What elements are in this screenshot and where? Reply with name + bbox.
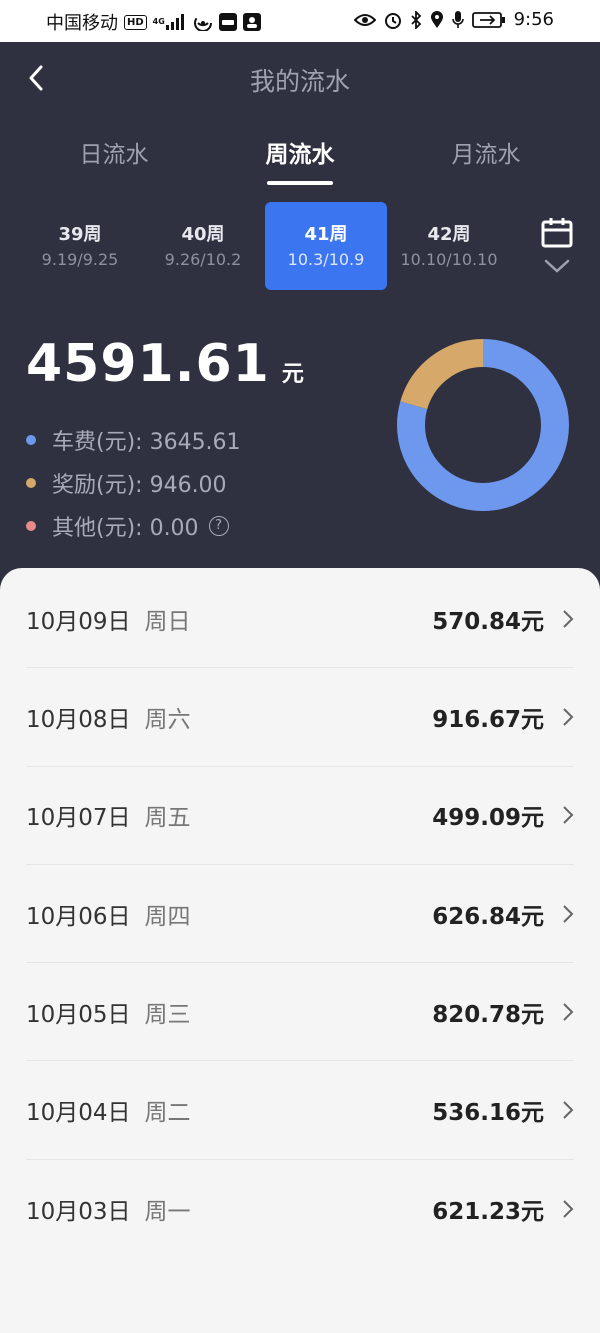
- chevron-down-icon: [544, 259, 570, 273]
- status-right: 9:56: [353, 9, 554, 30]
- list-item[interactable]: 10月05日 周三 820.78元: [26, 963, 574, 1062]
- list-item[interactable]: 10月07日 周五 499.09元: [26, 767, 574, 865]
- bluetooth-icon: [410, 10, 422, 29]
- microphone-icon: [451, 10, 464, 29]
- calendar-icon: [541, 218, 573, 248]
- legend-dot-fare: [26, 434, 36, 445]
- week-range: 10.10/10.10: [400, 250, 498, 269]
- list-item[interactable]: 10月04日 周二 536.16元: [26, 1061, 574, 1160]
- chevron-right-icon: [552, 1100, 574, 1120]
- signal-icon: 4G: [153, 14, 187, 30]
- legend-fare: 车费(元): 3645.61: [26, 418, 241, 461]
- legend-label-other: 其他(元): 0.00: [52, 515, 199, 541]
- location-icon: [430, 10, 444, 29]
- week-selector: 39周 9.19/9.25 40周 9.26/10.2 41周 10.3/10.…: [0, 200, 600, 292]
- daily-list-panel: 10月09日 周日 570.84元 10月08日 周六 916.67元 10月0…: [0, 568, 600, 1333]
- row-amount: 536.16元: [432, 1100, 544, 1127]
- row-date: 10月08日: [26, 706, 131, 733]
- list-item[interactable]: 10月03日 周一 621.23元: [26, 1160, 574, 1258]
- nav-bar: 我的流水: [0, 42, 600, 118]
- clock-label: 9:56: [513, 9, 554, 30]
- hotspot-icon: [193, 13, 213, 31]
- row-weekday: 周二: [144, 1100, 191, 1127]
- battery-icon: [471, 11, 506, 28]
- week-number: 40周: [181, 224, 225, 245]
- row-date: 10月03日: [26, 1198, 131, 1225]
- car-icon: [218, 13, 237, 31]
- week-range: 9.26/10.2: [164, 250, 242, 269]
- row-weekday: 周五: [144, 805, 191, 832]
- legend-dot-reward: [26, 477, 36, 488]
- list-item[interactable]: 10月08日 周六 916.67元: [26, 668, 574, 767]
- total-earnings: 4591.61 元: [26, 334, 304, 394]
- chevron-right-icon: [552, 707, 574, 727]
- row-weekday: 周四: [144, 903, 191, 930]
- week-item-40[interactable]: 40周 9.26/10.2: [142, 202, 264, 290]
- earnings-donut-chart: [397, 339, 569, 511]
- week-item-39[interactable]: 39周 9.19/9.25: [19, 202, 141, 290]
- chevron-right-icon: [552, 1002, 574, 1022]
- row-weekday: 周一: [144, 1198, 191, 1225]
- week-item-41[interactable]: 41周 10.3/10.9: [265, 202, 387, 290]
- row-weekday: 周三: [144, 1001, 191, 1028]
- total-amount: 4591.61: [26, 334, 270, 394]
- week-item-42[interactable]: 42周 10.10/10.10: [388, 202, 510, 290]
- row-amount: 621.23元: [432, 1198, 544, 1225]
- row-weekday: 周六: [144, 706, 191, 733]
- status-bar: 中国移动 HD 4G 9:56: [0, 0, 600, 42]
- period-tabs: 日流水 周流水 月流水: [0, 125, 600, 189]
- row-amount: 626.84元: [432, 903, 544, 930]
- tab-monthly[interactable]: 月流水: [452, 135, 521, 169]
- hd-icon: HD: [124, 14, 147, 30]
- daily-list: 10月09日 周日 570.84元 10月08日 周六 916.67元 10月0…: [26, 570, 574, 1258]
- legend-dot-other: [26, 520, 36, 531]
- row-amount: 916.67元: [432, 706, 544, 733]
- alarm-icon: [384, 11, 402, 29]
- row-date: 10月05日: [26, 1001, 131, 1028]
- week-number: 42周: [427, 224, 471, 245]
- week-range: 10.3/10.9: [287, 250, 365, 269]
- row-date: 10月06日: [26, 903, 131, 930]
- row-weekday: 周日: [144, 608, 191, 635]
- chevron-right-icon: [552, 904, 574, 924]
- row-date: 10月09日: [26, 608, 131, 635]
- chevron-right-icon: [552, 609, 574, 629]
- legend-label-reward: 奖励(元): 946.00: [52, 472, 227, 498]
- eye-icon: [353, 13, 376, 27]
- legend-reward: 奖励(元): 946.00: [26, 461, 241, 504]
- page-title: 我的流水: [249, 67, 350, 96]
- week-number: 41周: [304, 224, 348, 245]
- row-date: 10月04日: [26, 1100, 131, 1127]
- carrier-label: 中国移动: [46, 13, 118, 34]
- legend-label-fare: 车费(元): 3645.61: [52, 429, 241, 455]
- status-left: 中国移动 HD 4G: [46, 9, 261, 35]
- tab-weekly[interactable]: 周流水: [266, 135, 335, 169]
- list-item[interactable]: 10月06日 周四 626.84元: [26, 865, 574, 964]
- week-number: 39周: [58, 224, 102, 245]
- list-item[interactable]: 10月09日 周日 570.84元: [26, 570, 574, 669]
- chevron-right-icon: [552, 805, 574, 825]
- help-icon[interactable]: ?: [208, 515, 229, 536]
- row-amount: 820.78元: [432, 1001, 544, 1028]
- row-amount: 499.09元: [432, 805, 544, 832]
- legend-other: 其他(元): 0.00 ?: [26, 504, 241, 547]
- row-amount: 570.84元: [432, 608, 544, 635]
- earnings-legend: 车费(元): 3645.61 奖励(元): 946.00 其他(元): 0.00…: [26, 418, 241, 547]
- week-range: 9.19/9.25: [41, 250, 119, 269]
- row-date: 10月07日: [26, 805, 131, 832]
- network-type-label: 4G: [152, 17, 165, 26]
- calendar-button[interactable]: [532, 214, 582, 278]
- total-unit: 元: [281, 362, 304, 387]
- chevron-right-icon: [552, 1199, 574, 1219]
- user-badge-icon: [242, 13, 261, 31]
- tab-daily[interactable]: 日流水: [80, 135, 149, 169]
- active-tab-indicator: [267, 181, 333, 185]
